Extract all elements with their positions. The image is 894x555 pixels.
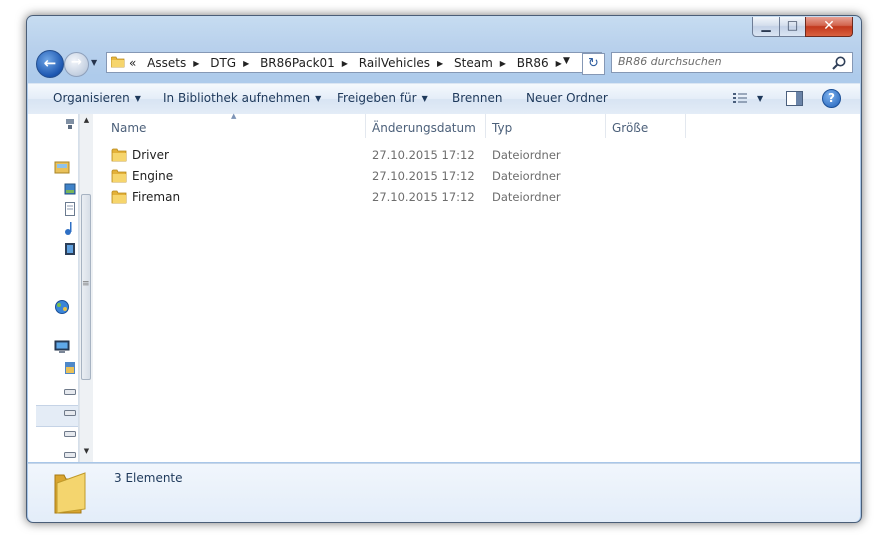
file-row[interactable]: Driver 27.10.2015 17:12 Dateiordner [93, 145, 860, 166]
breadcrumb-separator-icon[interactable]: ▶ [556, 59, 562, 68]
organize-label: Organisieren [53, 91, 130, 105]
large-folder-icon [54, 472, 86, 514]
breadcrumb-separator-icon[interactable]: ▶ [437, 59, 443, 68]
forward-button[interactable]: → [64, 52, 89, 77]
search-icon[interactable] [831, 55, 847, 71]
file-name: Fireman [132, 190, 181, 204]
add-to-library-label: In Bibliothek aufnehmen [163, 91, 311, 105]
share-with-button[interactable]: Freigeben für ▼ [337, 91, 428, 105]
back-arrow-icon: ← [43, 54, 57, 72]
preview-pane-icon[interactable] [786, 91, 803, 106]
forward-arrow-icon: → [71, 55, 82, 70]
homegroup-icon[interactable] [54, 299, 70, 315]
burn-button[interactable]: Brennen [452, 91, 502, 105]
view-options-icon[interactable] [732, 92, 748, 106]
computer-icon[interactable] [54, 340, 70, 354]
scrollbar-grip-icon: ≡ [82, 279, 90, 289]
breadcrumb-steam[interactable]: Steam [454, 56, 493, 70]
scroll-down-icon[interactable]: ▼ [80, 447, 93, 455]
file-row[interactable]: Engine 27.10.2015 17:12 Dateiordner [93, 166, 860, 187]
scroll-up-icon[interactable]: ▲ [80, 116, 93, 124]
navigation-pane [28, 114, 79, 462]
file-name: Driver [132, 148, 169, 162]
minimize-button[interactable]: ▁ [752, 17, 780, 37]
folder-icon [111, 169, 127, 183]
address-bar[interactable]: « Assets ▶ DTG ▶ BR86Pack01 ▶ RailVehicles ▶… [106, 52, 602, 73]
recent-pages-dropdown[interactable]: ▼ [91, 58, 97, 67]
file-list: ▲ Name Änderungsdatum Typ Größe Driver 2… [93, 112, 860, 462]
file-row[interactable]: Fireman 27.10.2015 17:12 Dateiordner [93, 187, 860, 208]
pictures-icon[interactable] [64, 183, 76, 195]
address-history-dropdown[interactable]: ▼ [563, 56, 570, 66]
new-folder-button[interactable]: Neuer Ordner [526, 91, 608, 105]
help-button[interactable]: ? [822, 89, 841, 108]
breadcrumb-separator-icon[interactable]: ▶ [243, 59, 249, 68]
back-button[interactable]: ← [36, 50, 64, 78]
close-icon: ✕ [823, 18, 835, 34]
breadcrumb-assets[interactable]: Assets [147, 56, 186, 70]
search-box [611, 52, 853, 73]
breadcrumb-separator-icon[interactable]: ▶ [193, 59, 199, 68]
breadcrumb-br86[interactable]: BR86 [517, 56, 549, 70]
folder-icon [111, 56, 125, 68]
file-date: 27.10.2015 17:12 [372, 148, 475, 162]
breadcrumb-br86pack01[interactable]: BR86Pack01 [260, 56, 335, 70]
file-date: 27.10.2015 17:12 [372, 190, 475, 204]
chevron-down-icon: ▼ [421, 94, 428, 103]
libraries-icon[interactable] [54, 160, 70, 174]
add-to-library-button[interactable]: In Bibliothek aufnehmen ▼ [163, 91, 321, 105]
file-type: Dateiordner [492, 169, 561, 183]
drive-icon[interactable] [64, 409, 76, 417]
folder-icon [111, 190, 127, 204]
command-bar: Organisieren ▼ In Bibliothek aufnehmen ▼ F… [28, 83, 860, 115]
nav-scrollbar[interactable]: ▲ ≡ ▼ [79, 114, 93, 462]
column-divider[interactable] [365, 114, 366, 138]
column-divider[interactable] [605, 114, 606, 138]
breadcrumb-railvehicles[interactable]: RailVehicles [359, 56, 430, 70]
drive-icon[interactable] [64, 388, 76, 396]
column-header-row: ▲ Name Änderungsdatum Typ Größe [93, 112, 860, 138]
sort-ascending-icon: ▲ [231, 112, 237, 120]
file-date: 27.10.2015 17:12 [372, 169, 475, 183]
breadcrumb-separator-icon[interactable]: ▶ [342, 59, 348, 68]
column-divider[interactable] [685, 114, 686, 138]
file-type: Dateiordner [492, 148, 561, 162]
documents-icon[interactable] [64, 202, 76, 216]
network-icon[interactable] [64, 118, 76, 130]
column-header-name[interactable]: Name [111, 121, 146, 135]
maximize-icon: □ [786, 18, 799, 32]
explorer-window: ▁ □ ✕ ← → ▼ « Assets ▶ DTG ▶ BR86Pack01 ▶ R… [26, 15, 862, 523]
minimize-icon: ▁ [761, 18, 771, 32]
view-dropdown-icon[interactable]: ▼ [757, 94, 763, 103]
breadcrumb-overflow[interactable]: « [129, 56, 136, 70]
breadcrumb-dtg[interactable]: DTG [210, 56, 236, 70]
share-with-label: Freigeben für [337, 91, 417, 105]
item-count: 3 Elemente [114, 471, 183, 485]
column-header-date[interactable]: Änderungsdatum [372, 121, 476, 135]
organize-button[interactable]: Organisieren ▼ [53, 91, 141, 105]
file-type: Dateiordner [492, 190, 561, 204]
maximize-button[interactable]: □ [779, 17, 806, 37]
local-disk-c-icon[interactable] [64, 361, 76, 375]
column-header-type[interactable]: Typ [492, 121, 512, 135]
breadcrumb: « Assets ▶ DTG ▶ BR86Pack01 ▶ RailVehicles ▶… [129, 56, 569, 70]
column-divider[interactable] [485, 114, 486, 138]
column-header-size[interactable]: Größe [612, 121, 648, 135]
videos-icon[interactable] [64, 242, 76, 256]
close-button[interactable]: ✕ [805, 17, 853, 37]
details-pane: 3 Elemente [28, 463, 860, 522]
breadcrumb-separator-icon[interactable]: ▶ [500, 59, 506, 68]
file-name: Engine [132, 169, 174, 183]
music-icon[interactable] [64, 221, 76, 235]
refresh-icon: ↻ [588, 56, 599, 71]
chevron-down-icon: ▼ [134, 94, 141, 103]
folder-icon [111, 148, 127, 162]
drive-icon[interactable] [64, 451, 76, 459]
drive-icon[interactable] [64, 430, 76, 438]
refresh-button[interactable]: ↻ [582, 53, 605, 75]
help-icon: ? [828, 91, 835, 105]
chevron-down-icon: ▼ [315, 94, 322, 103]
search-input[interactable] [616, 54, 830, 69]
